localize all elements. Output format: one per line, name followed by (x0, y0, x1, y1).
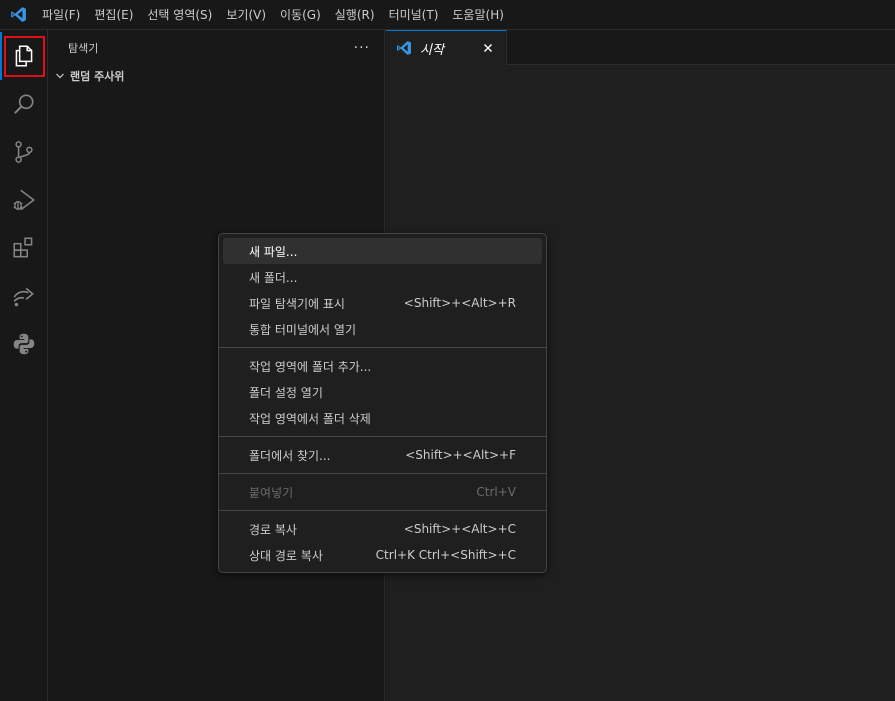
menu-selection[interactable]: 선택 영역(S) (140, 0, 219, 30)
tab-label: 시작 (420, 42, 444, 58)
more-actions-icon[interactable]: ··· (354, 40, 370, 56)
activity-source-control[interactable] (0, 128, 48, 176)
folder-section-title: 랜덤 주사위 (70, 70, 125, 83)
menu-separator (219, 347, 546, 348)
menu-item-new-file[interactable]: 새 파일... (223, 238, 542, 264)
menu-item-label: 폴더에서 찾기... (249, 448, 331, 463)
menu-terminal[interactable]: 터미널(T) (382, 0, 446, 30)
python-icon (13, 333, 35, 355)
menu-help[interactable]: 도움말(H) (445, 0, 511, 30)
source-control-icon (15, 141, 33, 163)
menu-separator (219, 436, 546, 437)
menu-item-label: 새 파일... (249, 244, 298, 259)
tab-welcome[interactable]: 시작 (386, 30, 507, 65)
menu-item-label: 붙여넣기 (249, 485, 294, 500)
menu-view[interactable]: 보기(V) (219, 0, 273, 30)
menu-item-label: 상대 경로 복사 (249, 548, 323, 563)
menu-item-label: 폴더 설정 열기 (249, 385, 323, 400)
menu-item-label: 통합 터미널에서 열기 (249, 322, 356, 337)
activity-run-debug[interactable] (0, 176, 48, 224)
close-icon[interactable] (480, 40, 496, 56)
menu-item-shortcut: Ctrl+K Ctrl+<Shift>+C (375, 548, 516, 562)
menu-file[interactable]: 파일(F) (36, 0, 87, 30)
menu-item-paste: 붙여넣기 Ctrl+V (223, 479, 542, 505)
menu-edit[interactable]: 편집(E) (87, 0, 140, 30)
menu-item-shortcut: <Shift>+<Alt>+C (403, 522, 516, 536)
menu-item-open-folder-settings[interactable]: 폴더 설정 열기 (223, 379, 542, 405)
sidebar-title: 탐색기 (68, 41, 99, 55)
menu-item-label: 새 폴더... (249, 270, 298, 285)
menu-separator (219, 473, 546, 474)
search-icon (14, 94, 34, 114)
menu-item-shortcut: <Shift>+<Alt>+F (405, 448, 516, 462)
menu-item-copy-path[interactable]: 경로 복사 <Shift>+<Alt>+C (223, 516, 542, 542)
chevron-down-icon (52, 68, 68, 84)
activity-extensions[interactable] (0, 224, 48, 272)
menu-item-label: 작업 영역에서 폴더 삭제 (249, 411, 371, 426)
title-bar: 파일(F) 편집(E) 선택 영역(S) 보기(V) 이동(G) 실행(R) 터… (0, 0, 895, 30)
menu-item-remove-folder-from-workspace[interactable]: 작업 영역에서 폴더 삭제 (223, 405, 542, 431)
menu-item-find-in-folder[interactable]: 폴더에서 찾기... <Shift>+<Alt>+F (223, 442, 542, 468)
menu-item-label: 작업 영역에 폴더 추가... (249, 359, 372, 374)
menu-separator (219, 510, 546, 511)
menu-item-add-folder-to-workspace[interactable]: 작업 영역에 폴더 추가... (223, 353, 542, 379)
menu-item-label: 파일 탐색기에 표시 (249, 296, 345, 311)
menu-go[interactable]: 이동(G) (273, 0, 328, 30)
run-debug-icon (13, 189, 36, 211)
vscode-tab-icon (396, 39, 414, 57)
activity-bar (0, 30, 48, 701)
sidebar-header: 탐색기 ··· (48, 30, 384, 65)
activity-remote-explorer[interactable] (0, 272, 48, 320)
editor-tabs: 시작 (386, 30, 895, 65)
menu-item-reveal-in-file-explorer[interactable]: 파일 탐색기에 표시 <Shift>+<Alt>+R (223, 290, 542, 316)
extensions-icon (13, 237, 33, 258)
menu-item-shortcut: <Shift>+<Alt>+R (403, 296, 516, 310)
activity-python[interactable] (0, 320, 48, 368)
remote-explorer-icon (13, 287, 34, 307)
vscode-logo-icon (0, 0, 36, 30)
folder-section-header[interactable]: 랜덤 주사위 (48, 65, 384, 87)
menu-run[interactable]: 실행(R) (328, 0, 382, 30)
menu-bar: 파일(F) 편집(E) 선택 영역(S) 보기(V) 이동(G) 실행(R) 터… (36, 0, 511, 30)
menu-item-label: 경로 복사 (249, 522, 297, 537)
menu-item-new-folder[interactable]: 새 폴더... (223, 264, 542, 290)
explorer-highlight-box (4, 36, 45, 77)
menu-item-open-in-terminal[interactable]: 통합 터미널에서 열기 (223, 316, 542, 342)
menu-item-shortcut: Ctrl+V (476, 485, 516, 499)
activity-search[interactable] (0, 80, 48, 128)
context-menu: 새 파일... 새 폴더... 파일 탐색기에 표시 <Shift>+<Alt>… (218, 233, 547, 573)
menu-item-copy-relative-path[interactable]: 상대 경로 복사 Ctrl+K Ctrl+<Shift>+C (223, 542, 542, 568)
